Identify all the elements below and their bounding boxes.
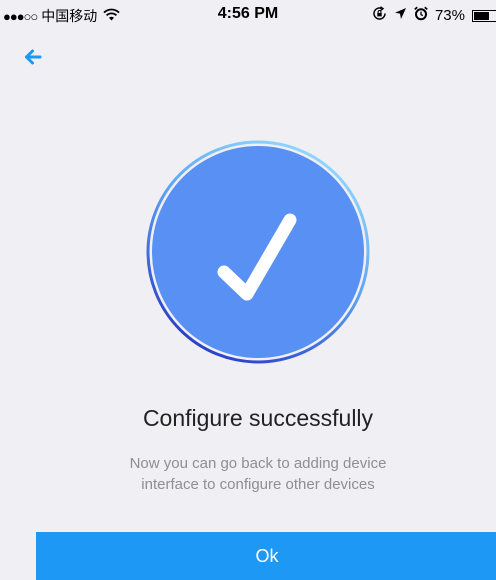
battery-percentage: 73%	[434, 7, 465, 24]
success-circle	[152, 146, 364, 358]
status-bar: ●●●○○ 中国移动 4:56 PM 73%	[0, 0, 496, 30]
back-arrow-icon	[25, 49, 42, 65]
location-icon	[394, 7, 407, 24]
back-button[interactable]	[20, 43, 48, 71]
alarm-icon	[414, 6, 428, 25]
rotation-lock-icon	[372, 6, 387, 25]
description-line-1: Now you can go back to adding device	[129, 455, 387, 472]
success-title: Configure successfully	[142, 405, 374, 431]
description-line-2: interface to configure other devices	[141, 476, 375, 493]
success-description: Now you can go back to adding device int…	[0, 453, 496, 495]
success-graphic	[145, 139, 371, 365]
battery-icon	[472, 9, 496, 22]
status-right: 73%	[372, 6, 496, 25]
ok-button[interactable]: Ok	[36, 532, 496, 580]
battery-level-fill	[474, 11, 489, 20]
